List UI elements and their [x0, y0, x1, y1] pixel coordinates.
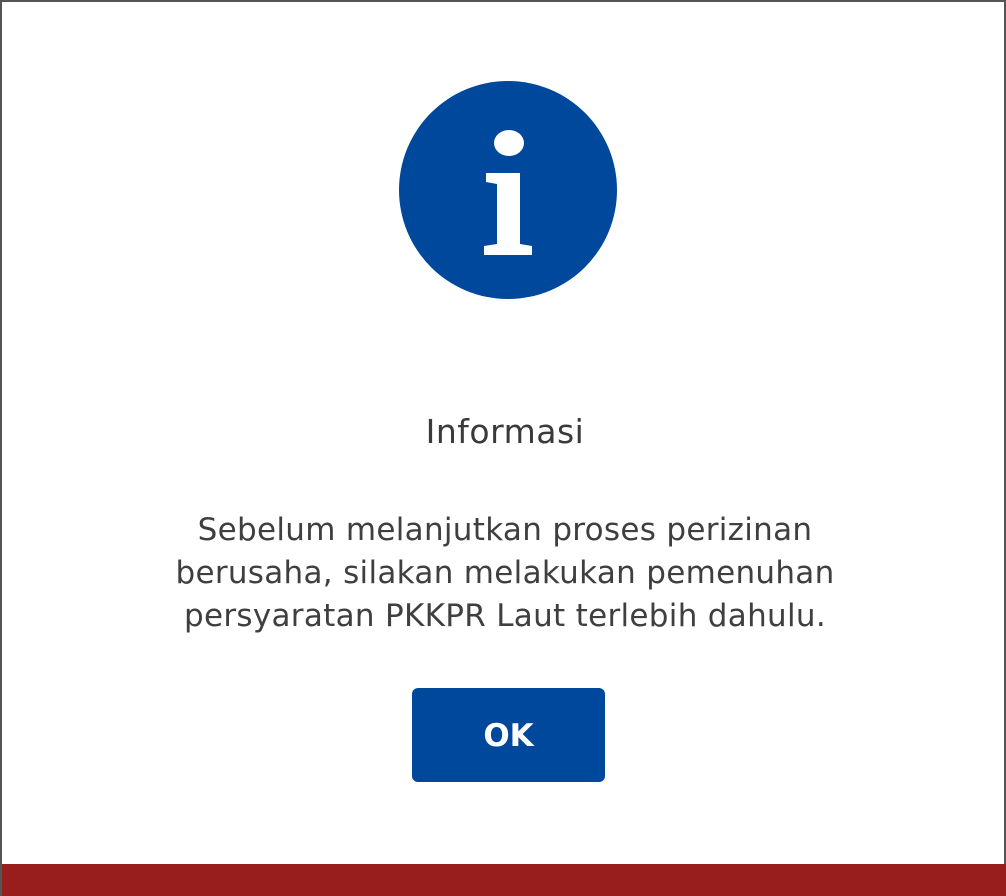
- footer-bar: [2, 864, 1006, 896]
- message-line: persyaratan PKKPR Laut terlebih dahulu.: [184, 598, 826, 634]
- ok-button[interactable]: OK: [412, 688, 605, 782]
- info-glyph: [484, 130, 532, 255]
- message-line: Sebelum melanjutkan proses perizinan: [197, 512, 813, 548]
- dialog-title: Informasi: [425, 412, 585, 451]
- message-line: berusaha, silakan melakukan pemenuhan: [175, 555, 835, 591]
- info-dialog: Informasi Sebelum melanjutkan proses per…: [0, 0, 1006, 896]
- dialog-message: Sebelum melanjutkan proses perizinan ber…: [2, 509, 1006, 638]
- info-icon: [399, 81, 617, 299]
